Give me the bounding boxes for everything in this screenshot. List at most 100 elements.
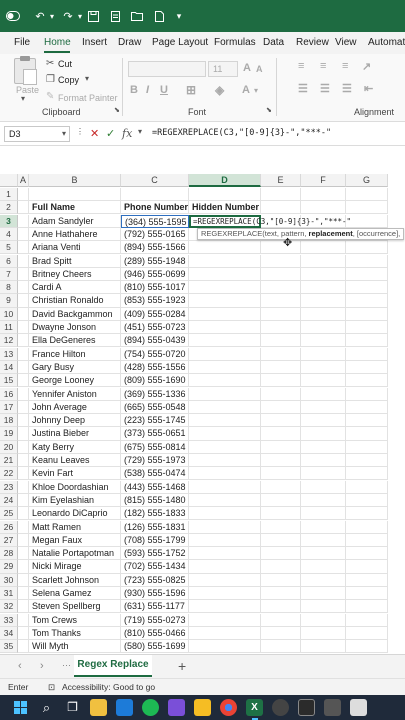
row-header[interactable]: 13 [0,347,18,361]
row-header[interactable]: 16 [0,387,18,401]
obs-icon[interactable] [272,699,289,716]
sheet-options-icon[interactable]: ⋯ [62,660,71,671]
cell-f[interactable] [301,307,346,321]
cell-b[interactable]: Katy Berry [29,440,121,454]
format-painter-icon[interactable]: ✎ [46,91,54,102]
macro-record-icon[interactable]: ⊡ [48,682,55,693]
cell-b[interactable]: Cardi A [29,281,121,295]
row-header[interactable]: 11 [0,321,18,335]
cell-d[interactable] [189,640,261,654]
cell-b[interactable]: David Backgammon [29,307,121,321]
cell-f[interactable] [301,188,346,202]
cell-c[interactable]: Phone Number [121,201,189,215]
cell-e[interactable] [261,454,301,468]
cell-e[interactable] [261,188,301,202]
cell-e[interactable] [261,427,301,441]
cell-b[interactable]: Natalie Portapotman [29,547,121,561]
cell-g[interactable] [346,493,388,508]
cell-f[interactable] [301,573,346,587]
cell-a[interactable] [18,214,29,228]
cell-c[interactable]: (373) 555-0651 [121,427,189,441]
cell-d[interactable] [189,188,261,202]
cell-g[interactable] [346,467,388,481]
cell-b[interactable]: Anne Hathahere [29,227,121,242]
cell-e[interactable] [261,440,301,454]
cell-b[interactable]: Selena Gamez [29,587,121,601]
tab-view[interactable]: View [335,37,357,48]
cell-e[interactable] [261,533,301,547]
cell-a[interactable] [18,254,29,268]
row-header[interactable]: 8 [0,281,18,295]
row-header[interactable]: 34 [0,626,18,641]
copy-icon[interactable]: ❐ [46,74,55,85]
cell-c[interactable]: (946) 555-0699 [121,267,189,281]
cell-f[interactable] [301,480,346,494]
row-header[interactable]: 15 [0,374,18,388]
cell-g[interactable] [346,387,388,401]
cell-b[interactable]: Matt Ramen [29,520,121,534]
cell-f[interactable] [301,427,346,441]
italic-icon[interactable]: I [146,84,149,96]
cell-d[interactable] [189,294,261,308]
cancel-entry-icon[interactable]: ✕ [90,127,99,140]
cell-a[interactable] [18,600,29,614]
cell-a[interactable] [18,267,29,281]
row-header[interactable]: 19 [0,427,18,441]
undo-icon[interactable]: ↶ [30,7,50,25]
cell-c[interactable]: (182) 555-1833 [121,507,189,521]
increase-font-icon[interactable]: A [243,62,251,74]
cell-f[interactable] [301,281,346,295]
cell-f[interactable] [301,613,346,627]
cell-c[interactable]: (810) 555-1017 [121,281,189,295]
cell-e[interactable] [261,347,301,361]
cell-g[interactable] [346,520,388,534]
cell-e[interactable] [261,587,301,601]
row-header[interactable]: 17 [0,400,18,414]
cell-g[interactable] [346,254,388,268]
cell-c[interactable]: (894) 555-0439 [121,334,189,348]
cell-f[interactable] [301,520,346,534]
font-color-dropdown-icon[interactable]: ▾ [254,86,258,95]
cell-f[interactable] [301,626,346,641]
cell-g[interactable] [346,374,388,388]
decrease-font-icon[interactable]: A [256,64,263,74]
cell-g[interactable] [346,640,388,654]
align-left-icon[interactable]: ☰ [298,82,308,95]
cell-g[interactable] [346,587,388,601]
paste-icon[interactable] [14,56,37,85]
row-header[interactable]: 7 [0,267,18,281]
cell-c[interactable]: (126) 555-1831 [121,520,189,534]
cell-c[interactable]: (289) 555-1948 [121,254,189,268]
cell-g[interactable] [346,440,388,454]
cell-g[interactable] [346,573,388,587]
row-header[interactable]: 2 [0,201,18,215]
paste-button[interactable]: Paste [16,85,39,95]
formula-input[interactable]: =REGEXREPLACE(C3,"[0-9]{3}-","***-" [152,128,331,138]
borders-icon[interactable]: ⊞ [186,83,196,97]
cell-e[interactable] [261,321,301,335]
cell-e[interactable] [261,360,301,375]
cell-f[interactable] [301,587,346,601]
cell-b[interactable]: George Looney [29,374,121,388]
cell-a[interactable] [18,281,29,295]
cell-g[interactable] [346,560,388,574]
select-all-corner[interactable] [0,174,18,187]
cell-c[interactable]: (815) 555-1480 [121,493,189,508]
cell-a[interactable] [18,427,29,441]
format-painter-button[interactable]: Format Painter [58,93,118,103]
cell-a[interactable] [18,414,29,428]
cell-d[interactable] [189,467,261,481]
cell-a[interactable] [18,201,29,215]
row-header[interactable]: 21 [0,454,18,468]
notepad-icon[interactable] [350,699,367,716]
cell-b[interactable]: Dwayne Jonson [29,321,121,335]
tab-review[interactable]: Review [296,37,329,48]
cell-d[interactable] [189,533,261,547]
cell-e[interactable] [261,547,301,561]
cell-c[interactable]: (729) 555-1973 [121,454,189,468]
cell-d[interactable] [189,414,261,428]
column-header-a[interactable]: A [18,174,29,187]
insert-function-icon[interactable]: fx [122,127,132,140]
cell-c[interactable]: (894) 555-1566 [121,241,189,255]
row-header[interactable]: 22 [0,467,18,481]
